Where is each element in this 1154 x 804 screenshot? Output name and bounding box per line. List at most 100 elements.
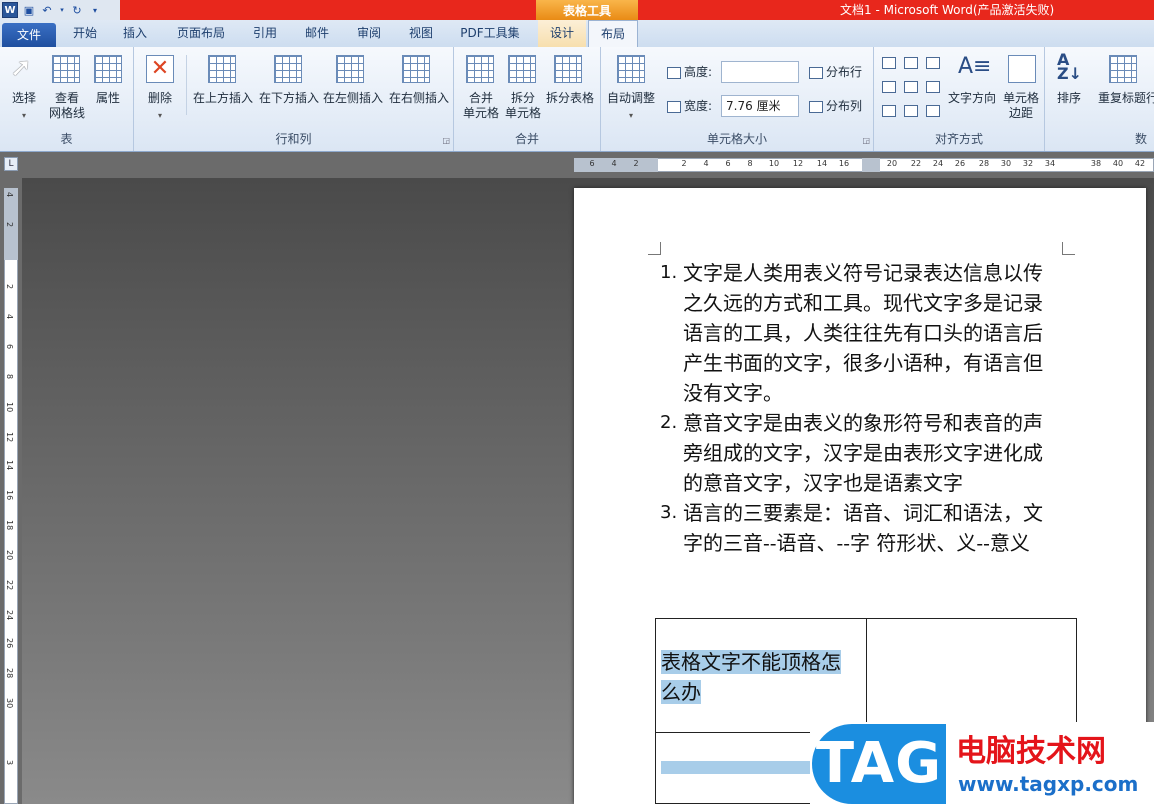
- distribute-rows-label: 分布行: [826, 65, 863, 79]
- tab-layout[interactable]: 布局: [588, 20, 638, 48]
- undo-icon[interactable]: ↶: [40, 3, 54, 17]
- tab-selector-button[interactable]: L: [4, 157, 18, 171]
- list-item[interactable]: 3. 语言的三要素是：语音、词汇和语法，文字的三音--语音、--字 符形状、义--…: [660, 498, 1060, 558]
- ruler-tick: 24: [5, 610, 14, 621]
- gridlines-icon: [52, 55, 80, 83]
- ruler-tick: 20: [5, 550, 14, 561]
- align-bottom-left-icon[interactable]: [882, 105, 896, 117]
- list-item-text: 语言的三要素是：语音、词汇和语法，文字的三音--语音、--字 符形状、义--意义: [683, 501, 1043, 555]
- ruler-tick: 8: [5, 374, 14, 380]
- ruler-tick: 22: [5, 580, 14, 591]
- insert-right-button[interactable]: 在右侧插入: [386, 91, 452, 106]
- repeat-header-icon: [1109, 55, 1137, 83]
- select-button[interactable]: 选择: [4, 91, 44, 106]
- group-label-alignment: 对齐方式: [934, 132, 983, 146]
- ruler-tick: 3: [5, 760, 14, 766]
- group-cell-size: 自动调整 ▾ 高度: 宽度: 7.76 厘米 分布行 分布列 单元格大小 ◲: [601, 47, 874, 151]
- distribute-cols-button[interactable]: 分布列: [809, 99, 862, 114]
- ruler-tick: 16: [838, 159, 850, 168]
- tab-file[interactable]: 文件: [2, 23, 56, 47]
- distribute-rows-button[interactable]: 分布行: [809, 65, 862, 80]
- align-middle-right-icon[interactable]: [926, 81, 940, 93]
- tab-review[interactable]: 审阅: [346, 20, 392, 47]
- list-number: 2.: [660, 412, 678, 433]
- ruler-tick: 10: [5, 402, 14, 413]
- align-top-center-icon[interactable]: [904, 57, 918, 69]
- tab-design[interactable]: 设计: [538, 20, 586, 47]
- align-top-left-icon[interactable]: [882, 57, 896, 69]
- align-bottom-center-icon[interactable]: [904, 105, 918, 117]
- view-gridlines-button[interactable]: 查看 网格线: [44, 91, 90, 121]
- ruler-tick: 6: [5, 344, 14, 350]
- width-value: 7.76 厘米: [726, 99, 781, 113]
- tab-references[interactable]: 引用: [242, 20, 288, 47]
- ruler-tick: 2: [5, 284, 14, 290]
- delete-dropdown-icon[interactable]: ▾: [154, 107, 166, 123]
- tab-pdf-tools[interactable]: PDF工具集: [452, 20, 528, 47]
- ruler-tick: 38: [1090, 159, 1102, 168]
- rows-columns-launcher-icon[interactable]: ◲: [442, 136, 450, 145]
- split-cells-button[interactable]: 拆分 单元格: [500, 91, 546, 121]
- ruler-tick: 28: [978, 159, 990, 168]
- select-dropdown-icon[interactable]: ▾: [18, 107, 30, 123]
- autofit-dropdown-icon[interactable]: ▾: [625, 107, 637, 123]
- tab-insert[interactable]: 插入: [112, 20, 158, 47]
- delete-button[interactable]: 删除: [140, 91, 180, 106]
- height-input[interactable]: [721, 61, 799, 83]
- sort-button[interactable]: 排序: [1051, 91, 1087, 106]
- tab-home[interactable]: 开始: [62, 20, 108, 47]
- margin-corner-mark: [648, 242, 661, 255]
- ruler-tick: 22: [910, 159, 922, 168]
- table-cell[interactable]: [866, 618, 1077, 733]
- autofit-button[interactable]: 自动调整: [603, 91, 659, 106]
- ruler-tick: 8: [747, 159, 753, 168]
- cell-margins-button[interactable]: 单元格 边距: [998, 91, 1044, 121]
- ruler-tick: 30: [5, 698, 14, 709]
- table-cell[interactable]: 表格文字不能顶格怎么办: [655, 618, 867, 733]
- ruler-tick: 6: [589, 159, 595, 168]
- tab-page-layout[interactable]: 页面布局: [168, 20, 234, 47]
- quick-access-toolbar: W ▣ ↶ ▾ ↻ ▾: [0, 0, 120, 20]
- insert-left-icon: [336, 55, 364, 83]
- width-input[interactable]: 7.76 厘米: [721, 95, 799, 117]
- list-item-text: 文字是人类用表义符号记录表达信息以传之久远的方式和工具。现代文字多是记录语言的工…: [683, 261, 1043, 405]
- redo-icon[interactable]: ↻: [70, 3, 84, 17]
- align-middle-center-icon[interactable]: [904, 81, 918, 93]
- cell-margins-icon: [1008, 55, 1036, 83]
- selected-cell-text[interactable]: 表格文字不能顶格怎么办: [661, 650, 841, 704]
- cell-size-launcher-icon[interactable]: ◲: [862, 136, 870, 145]
- properties-button[interactable]: 属性: [90, 91, 126, 106]
- merge-cells-button[interactable]: 合并 单元格: [458, 91, 504, 121]
- alignment-grid: [882, 57, 946, 127]
- ruler-tick: 14: [816, 159, 828, 168]
- chevron-down-icon[interactable]: ▾: [58, 3, 66, 17]
- ruler-tick: 4: [5, 314, 14, 320]
- tab-view[interactable]: 视图: [398, 20, 444, 47]
- split-table-button[interactable]: 拆分表格: [542, 91, 598, 106]
- list-item[interactable]: 1. 文字是人类用表义符号记录表达信息以传之久远的方式和工具。现代文字多是记录语言…: [660, 258, 1060, 408]
- delete-icon: ✕: [146, 55, 174, 83]
- repeat-header-button[interactable]: 重复标题行: [1093, 91, 1154, 106]
- customize-qat-icon[interactable]: ▾: [88, 3, 102, 17]
- align-bottom-right-icon[interactable]: [926, 105, 940, 117]
- save-icon[interactable]: ▣: [22, 3, 36, 17]
- insert-right-icon: [402, 55, 430, 83]
- align-middle-left-icon[interactable]: [882, 81, 896, 93]
- tab-mailings[interactable]: 邮件: [294, 20, 340, 47]
- insert-left-button[interactable]: 在左侧插入: [320, 91, 386, 106]
- insert-below-button[interactable]: 在下方插入: [256, 91, 322, 106]
- distribute-cols-label: 分布列: [826, 99, 863, 113]
- list-item[interactable]: 2. 意音文字是由表义的象形符号和表音的声旁组成的文字，汉字是由表形文字进化成的意…: [660, 408, 1060, 498]
- ribbon-tab-row: 文件 开始 插入 页面布局 引用 邮件 审阅 视图 PDF工具集 设计 布局: [0, 20, 1154, 48]
- numbered-list[interactable]: 1. 文字是人类用表义符号记录表达信息以传之久远的方式和工具。现代文字多是记录语言…: [660, 258, 1060, 558]
- text-direction-icon: A≡: [958, 54, 992, 79]
- word-app-icon[interactable]: W: [2, 2, 18, 18]
- height-label: 高度:: [667, 65, 712, 80]
- ruler-tick: 26: [954, 159, 966, 168]
- ribbon: ➚ 选择 ▾ 查看 网格线 属性 表 ✕ 删除 ▾ 在上方插入 在下方插入 在左…: [0, 47, 1154, 152]
- text-direction-button[interactable]: 文字方向: [946, 91, 998, 106]
- insert-above-button[interactable]: 在上方插入: [190, 91, 256, 106]
- align-top-right-icon[interactable]: [926, 57, 940, 69]
- distribute-cols-icon: [809, 100, 823, 113]
- ruler-tick: 14: [5, 460, 14, 471]
